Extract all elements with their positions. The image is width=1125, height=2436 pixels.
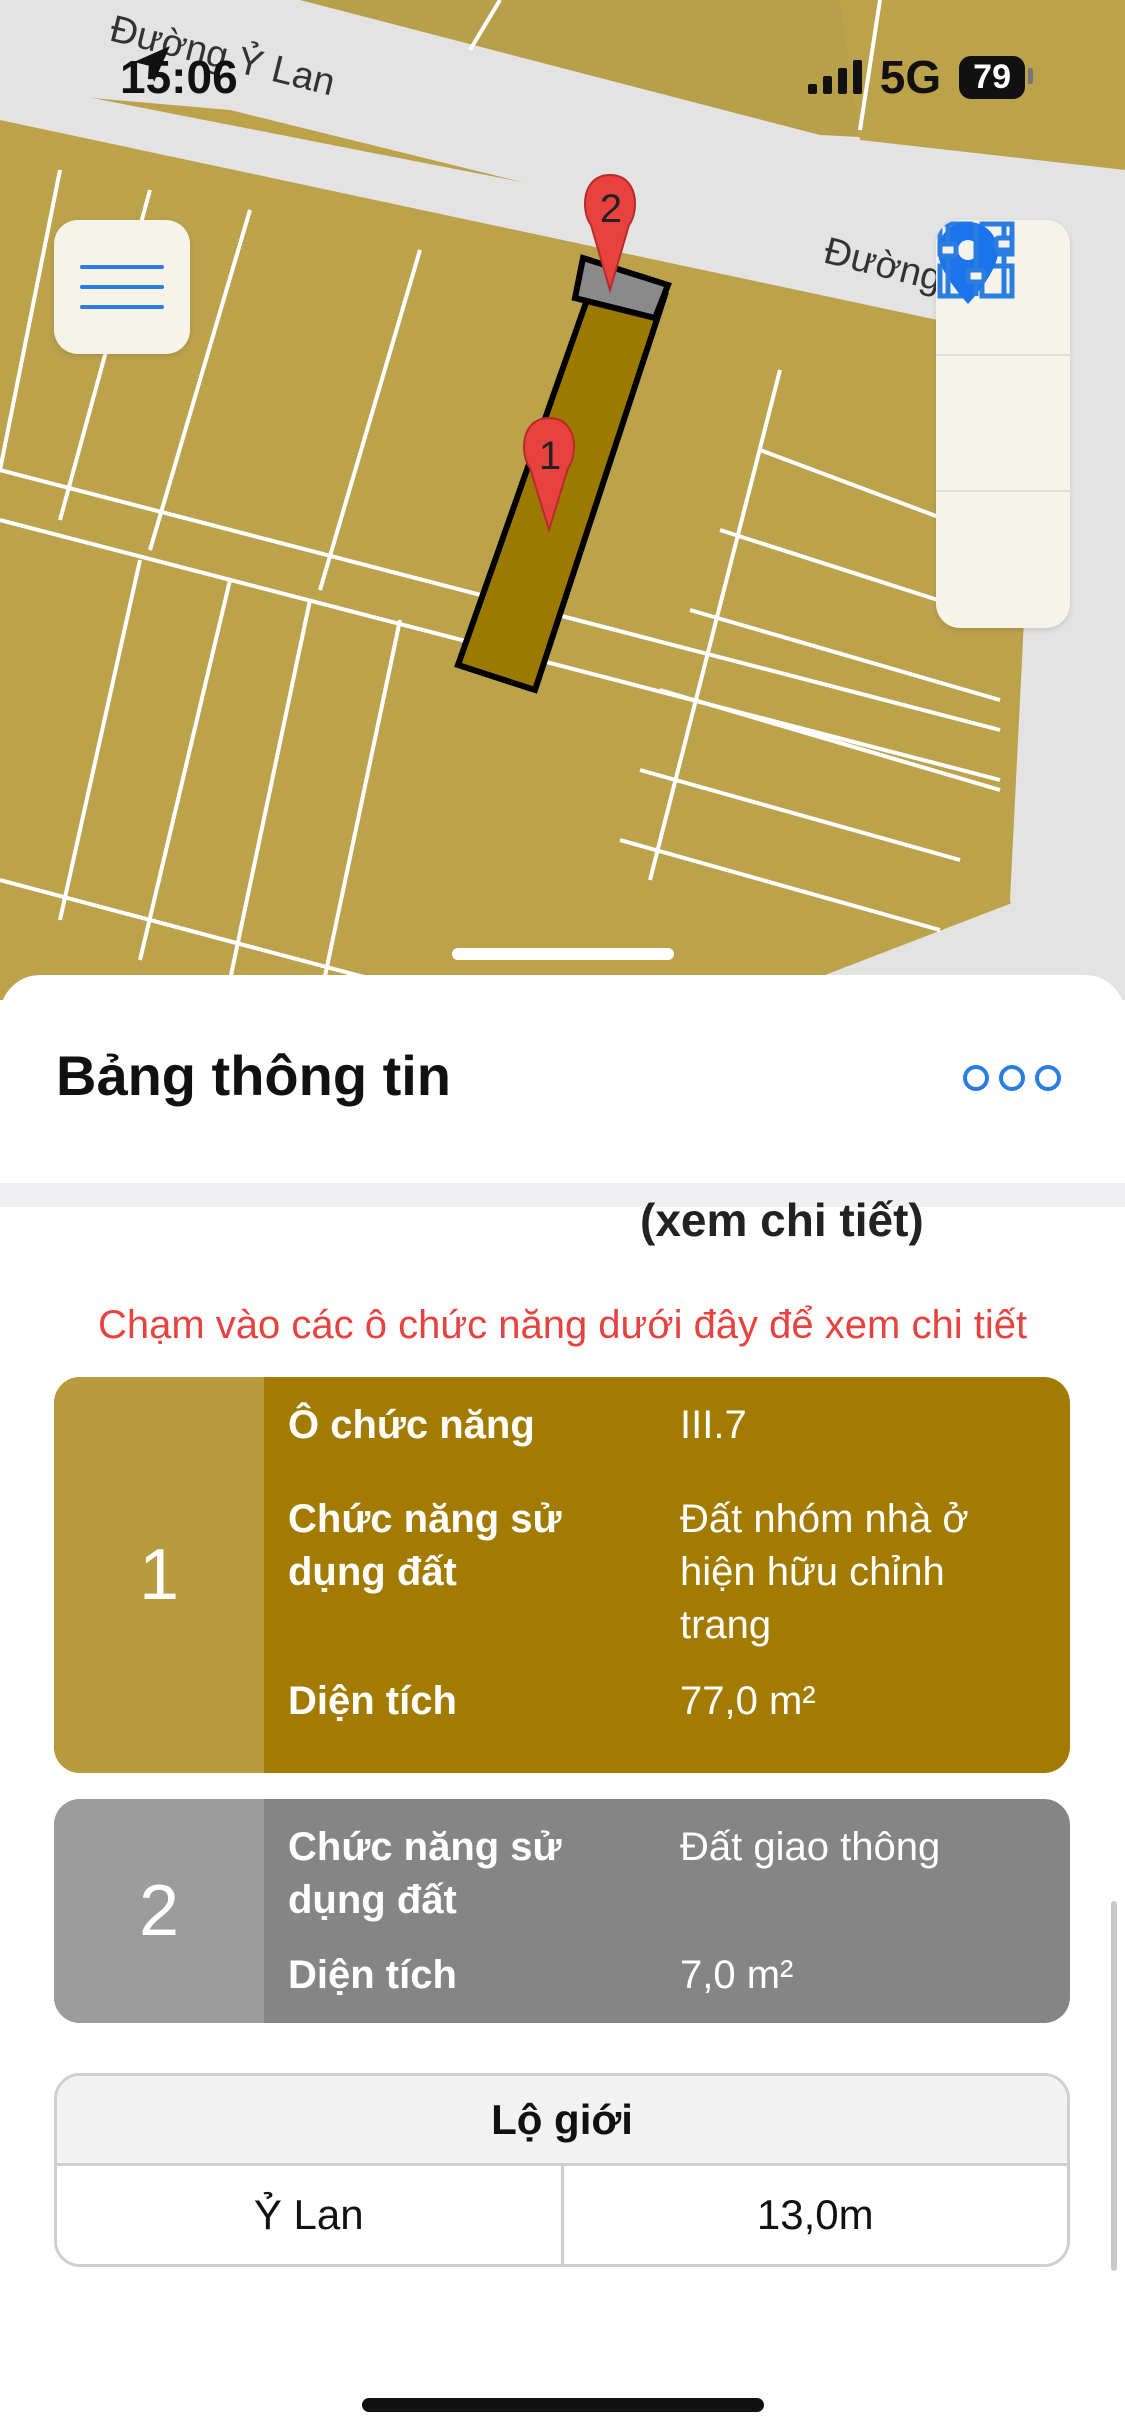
card-row: Diện tích 7,0 m² xyxy=(288,1949,1046,2002)
signal-icon xyxy=(807,60,862,94)
card-row: Chức năng sử dụng đất Đất nhóm nhà ở hiệ… xyxy=(288,1493,1046,1675)
street-name-cell: Ỷ Lan xyxy=(253,2191,364,2238)
table-row: Ỷ Lan 13,0m xyxy=(57,2166,1067,2264)
card-body: Chức năng sử dụng đất Đất giao thông Diệ… xyxy=(264,1799,1070,2023)
detail-link[interactable]: (xem chi tiết) xyxy=(640,1193,924,1247)
row-value: Đất giao thông xyxy=(680,1825,941,1869)
hint-text: Chạm vào các ô chức năng dưới đây để xem… xyxy=(97,1303,1028,1347)
row-label: Diện tích xyxy=(288,1953,457,1997)
card-number: 1 xyxy=(54,1377,264,1773)
row-label: Chức năng sử dụng đất xyxy=(288,1825,562,1922)
info-sheet: Bảng thông tin (xem chi tiết) Chạm vào c… xyxy=(0,975,1125,2436)
status-time: 15:06 xyxy=(120,42,238,112)
marker-2-label: 2 xyxy=(599,187,623,231)
status-right: 5G 79 xyxy=(807,42,1033,112)
sliders-icon xyxy=(937,224,1015,296)
row-label: Ô chức năng xyxy=(288,1403,535,1447)
home-indicator[interactable] xyxy=(362,2398,764,2412)
marker-1-label: 1 xyxy=(538,434,562,478)
scrollbar[interactable] xyxy=(1111,1901,1117,2271)
my-location-button[interactable] xyxy=(936,222,1070,492)
map-view[interactable]: Đường Ỷ Lan Đường 1 2 15:06 5G 79 xyxy=(0,0,1125,1000)
battery-icon: 79 xyxy=(959,55,1033,99)
table-header: Lộ giới xyxy=(57,2076,1067,2166)
road-width-cell: 13,0m xyxy=(560,2166,1068,2264)
row-value: III.7 xyxy=(680,1403,747,1447)
location-arrow-icon xyxy=(134,46,170,82)
card-number: 2 xyxy=(54,1799,264,2023)
filter-button[interactable] xyxy=(936,224,1070,628)
network-type: 5G xyxy=(879,51,942,103)
map-controls xyxy=(936,220,1070,628)
row-value: 7,0 m² xyxy=(680,1953,794,1997)
road-width-table: Lộ giới Ỷ Lan 13,0m xyxy=(54,2073,1070,2267)
function-card-1[interactable]: 1 Ô chức năng III.7 Chức năng sử dụng đấ… xyxy=(54,1377,1070,1773)
card-row: Diện tích 77,0 m² xyxy=(288,1675,1046,1728)
more-icon xyxy=(963,1065,989,1091)
row-value: Đất nhóm nhà ở hiện hữu chỉnh trang xyxy=(680,1497,969,1647)
sheet-drag-handle[interactable] xyxy=(452,948,674,960)
card-row: Ô chức năng III.7 xyxy=(288,1399,1046,1493)
sheet-title: Bảng thông tin xyxy=(56,1044,452,1107)
card-body: Ô chức năng III.7 Chức năng sử dụng đất … xyxy=(264,1377,1070,1773)
row-value: 77,0 m² xyxy=(680,1679,816,1723)
header-divider xyxy=(0,1183,1125,1207)
row-label: Diện tích xyxy=(288,1679,457,1723)
menu-icon xyxy=(80,265,164,269)
menu-button[interactable] xyxy=(54,220,190,354)
card-row: Chức năng sử dụng đất Đất giao thông xyxy=(288,1821,1046,1949)
more-button[interactable] xyxy=(963,1065,1061,1091)
row-label: Chức năng sử dụng đất xyxy=(288,1497,562,1594)
function-card-2[interactable]: 2 Chức năng sử dụng đất Đất giao thông D… xyxy=(54,1799,1070,2023)
